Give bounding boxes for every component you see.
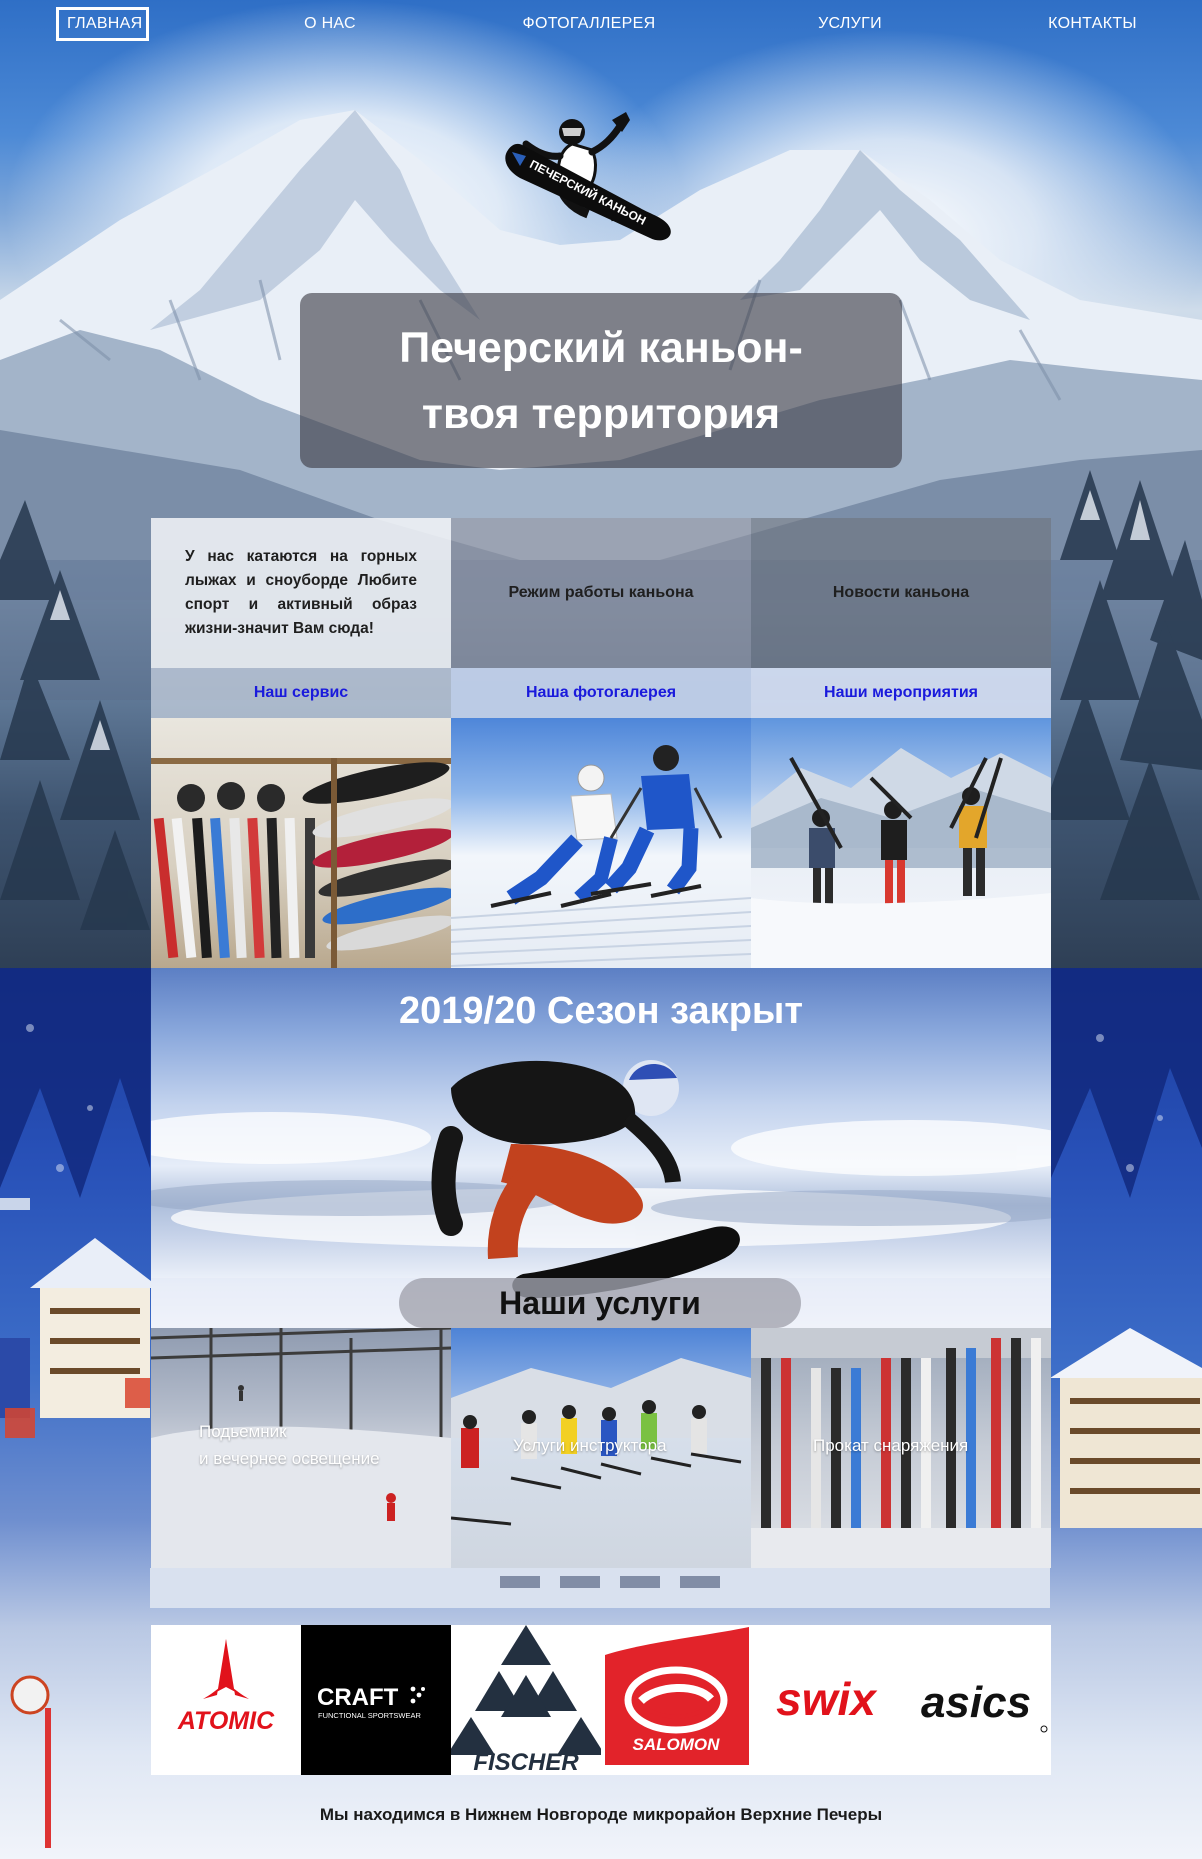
swix-logo: swix [776, 1673, 878, 1725]
skiers-illustration [451, 745, 751, 967]
brand-fischer[interactable]: FISCHER [451, 1625, 601, 1775]
nav-contacts[interactable]: КОНТАКТЫ [1040, 7, 1145, 41]
events-photo[interactable] [751, 718, 1051, 968]
asics-wordmark: asics [921, 1678, 1031, 1727]
service-link[interactable]: Наш сервис [151, 668, 451, 718]
services-header: Наши услуги [151, 1278, 1051, 1328]
services-title: Наши услуги [399, 1278, 801, 1328]
service-lift[interactable]: Подьемник и вечернее освещение [151, 1328, 451, 1568]
salomon-wordmark: SALOMON [633, 1735, 721, 1754]
season-title: 2019/20 Сезон закрыт [399, 990, 803, 1032]
atomic-wordmark: ATOMIC [177, 1707, 275, 1735]
service-lift-line1: Подьемник [199, 1422, 287, 1441]
craft-wordmark: CRAFT [317, 1684, 399, 1711]
season-banner: 2019/20 Сезон закрыт Наши услуги [151, 968, 1051, 1328]
footer-address: Мы находимся в Нижнем Новгороде микрорай… [319, 1805, 883, 1824]
main-navigation: ГЛАВНАЯ О НАС ФОТОГАЛЛЕРЕЯ УСЛУГИ КОНТАК… [0, 0, 1202, 44]
hours-link[interactable]: Режим работы каньона [451, 518, 751, 668]
brand-partners: ATOMIC CRAFT FUNCTIONAL SPORTSWEAR FISCH… [151, 1625, 1051, 1775]
ski-hikers-illustration [751, 748, 1051, 968]
swix-wordmark: swix [776, 1673, 878, 1725]
fischer-logo: FISCHER [451, 1625, 601, 1775]
hero-banner: Печерский каньон- твоя территория [300, 293, 902, 468]
service-instructor-label: Услуги инструктора [513, 1436, 667, 1455]
salomon-logo: SALOMON [605, 1627, 749, 1765]
nav-home[interactable]: ГЛАВНАЯ [56, 7, 149, 41]
ski-rack-illustration [151, 758, 451, 968]
hero-title-line1: Печерский каньон- [399, 324, 803, 372]
service-lift-line2: и вечернее освещение [199, 1449, 380, 1468]
nav-gallery[interactable]: ФОТОГАЛЛЕРЕЯ [514, 7, 664, 41]
events-link[interactable]: Наши мероприятия [751, 668, 1051, 718]
info-grid: У нас катаются на горных лыжах и сноубор… [151, 518, 1051, 968]
brand-atomic[interactable]: ATOMIC [151, 1625, 301, 1775]
fischer-wordmark: FISCHER [473, 1749, 579, 1775]
service-rental[interactable]: Прокат снаряжения [751, 1328, 1051, 1568]
hero-title-line2: твоя территория [421, 390, 781, 438]
craft-logo: CRAFT FUNCTIONAL SPORTSWEAR [317, 1684, 425, 1720]
news-link[interactable]: Новости каньона [751, 518, 1051, 668]
nav-about[interactable]: О НАС [290, 7, 370, 41]
craft-tagline: FUNCTIONAL SPORTSWEAR [318, 1711, 422, 1720]
gallery-link[interactable]: Наша фотогалерея [451, 668, 751, 718]
atomic-logo: ATOMIC [177, 1639, 275, 1735]
brand-swix[interactable]: swix [751, 1625, 901, 1775]
ski-shop-photo[interactable] [151, 718, 451, 968]
services-row: Подьемник и вечернее освещение Услуги ин… [151, 1328, 1051, 1568]
service-instructor[interactable]: Услуги инструктора [451, 1328, 751, 1568]
brand-asics[interactable]: asics [901, 1625, 1051, 1775]
nav-services[interactable]: УСЛУГИ [810, 7, 890, 41]
snowboarder-logo[interactable]: ПЕЧЕРСКИЙ КАНЬОН [500, 110, 680, 250]
brand-craft[interactable]: CRAFT FUNCTIONAL SPORTSWEAR [301, 1625, 451, 1775]
asics-logo: asics [921, 1678, 1048, 1733]
service-rental-label: Прокат снаряжения [813, 1436, 969, 1455]
about-text: У нас катаются на горных лыжах и сноубор… [151, 518, 451, 668]
snowboarder-icon: ПЕЧЕРСКИЙ КАНЬОН [505, 112, 671, 241]
brand-salomon[interactable]: SALOMON [601, 1625, 751, 1775]
skiers-photo[interactable] [451, 718, 751, 968]
